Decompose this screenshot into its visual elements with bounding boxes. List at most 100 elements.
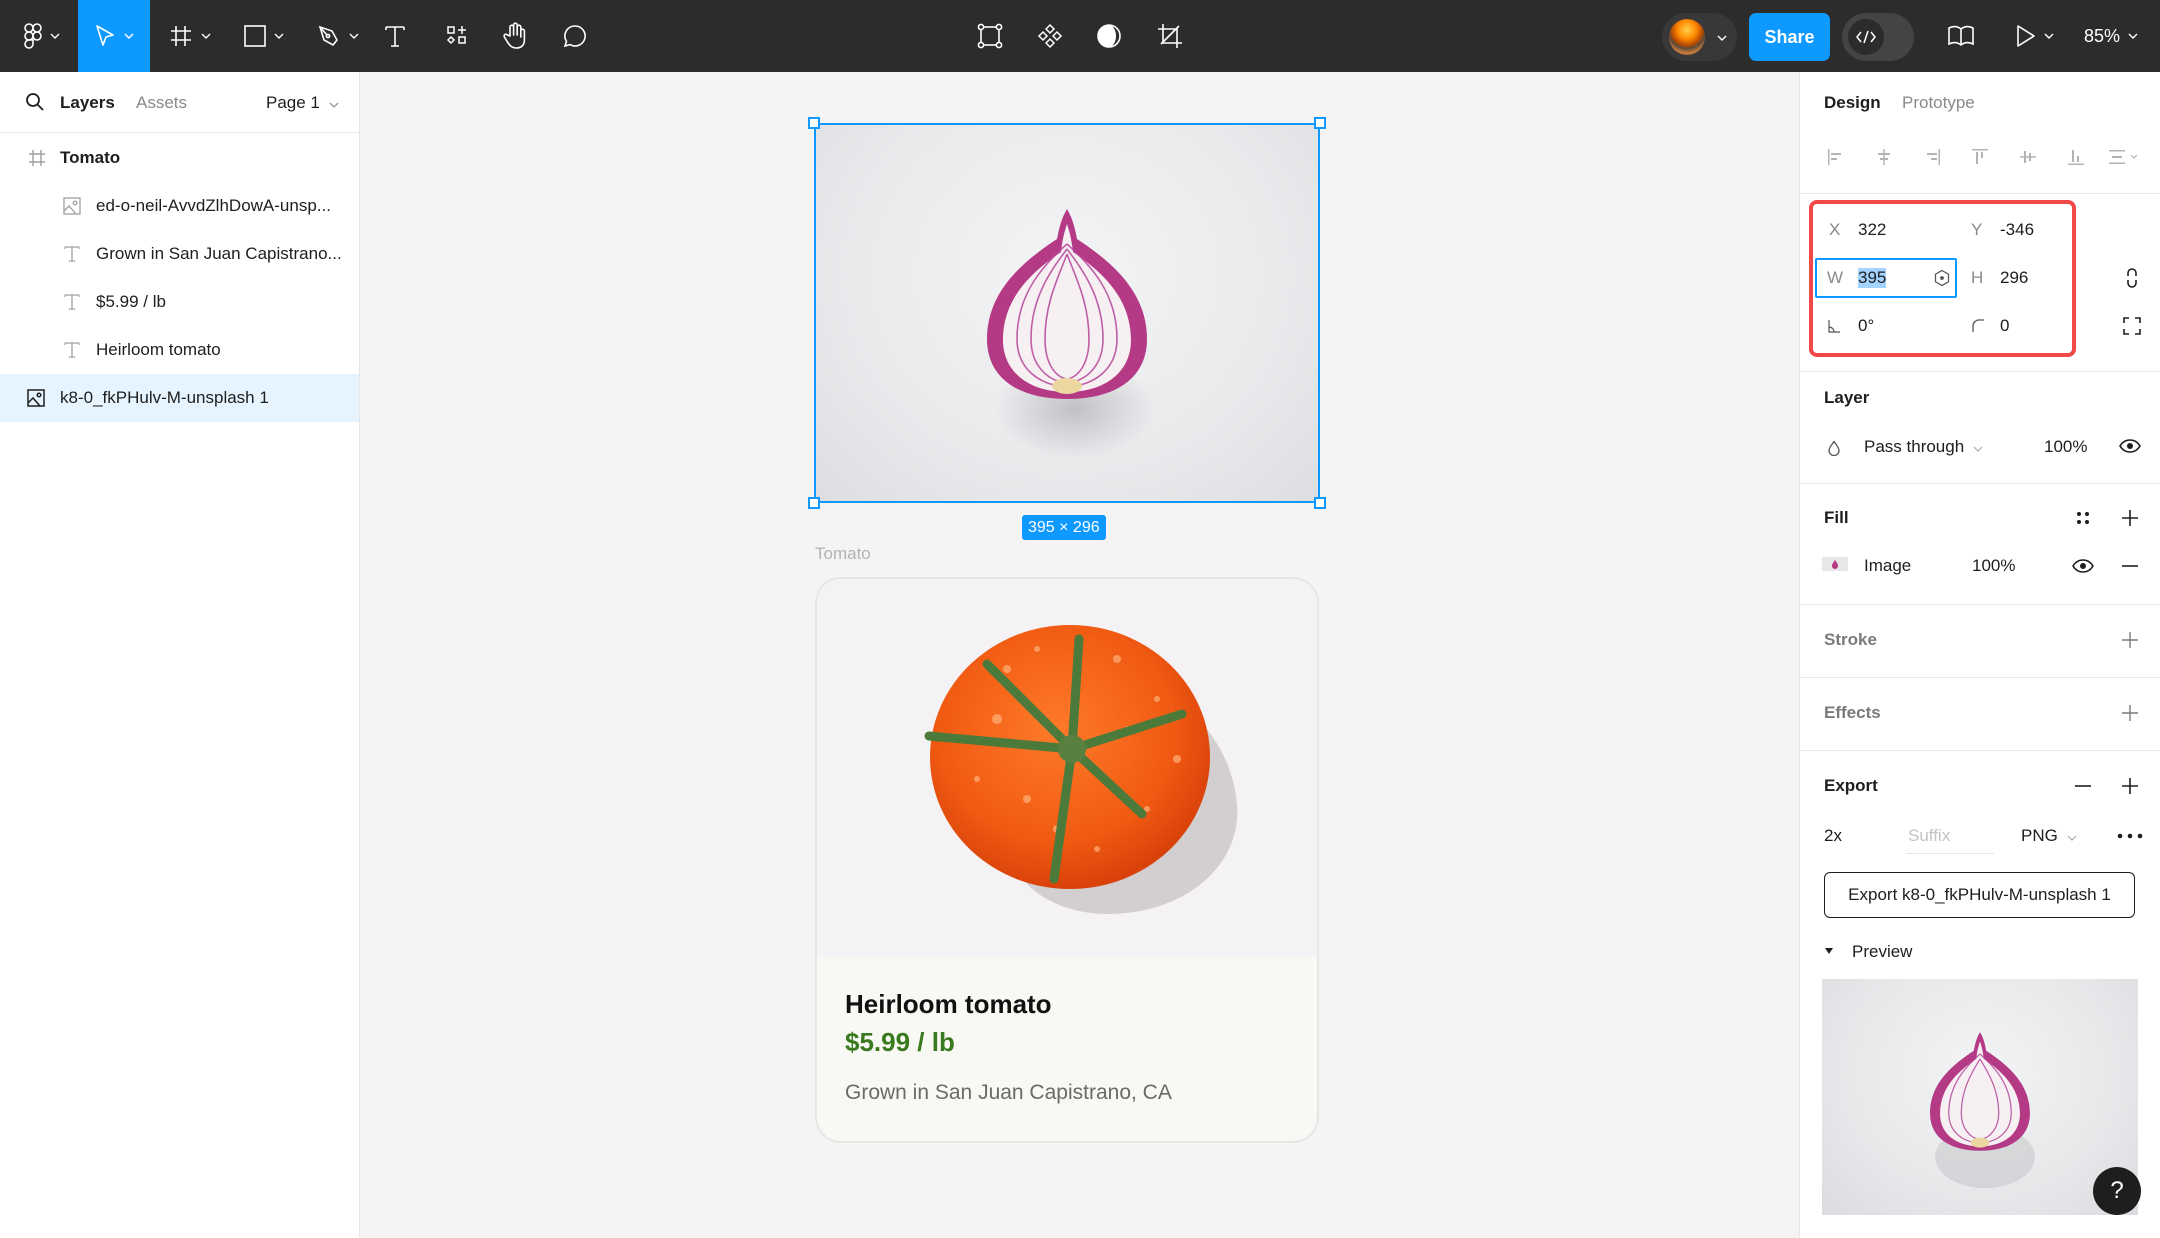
rotation-input[interactable]: 0°	[1858, 316, 1874, 336]
text-icon	[61, 291, 83, 313]
chevron-down-icon	[274, 33, 284, 39]
page-name: Page 1	[266, 93, 320, 112]
eye-icon[interactable]	[2071, 554, 2095, 578]
stroke-section-title[interactable]: Stroke	[1824, 630, 1877, 650]
card-title[interactable]: Heirloom tomato	[845, 989, 1052, 1020]
chevron-down-icon	[1717, 28, 1727, 46]
rectangle-icon	[244, 25, 266, 47]
page-selector[interactable]: Page 1	[266, 93, 339, 113]
shape-tool-button[interactable]	[234, 0, 294, 72]
multiplayer-avatar-button[interactable]	[1662, 13, 1737, 61]
crop-button[interactable]	[1155, 0, 1185, 72]
align-vertical-center-icon[interactable]	[2016, 145, 2040, 169]
fill-opacity-input[interactable]: 100%	[1972, 556, 2015, 576]
align-left-icon[interactable]	[1824, 145, 1848, 169]
layer-item-tomato-frame[interactable]: Tomato	[0, 134, 359, 182]
align-top-icon[interactable]	[1968, 145, 1992, 169]
frame-label[interactable]: Tomato	[815, 544, 871, 564]
more-options-icon[interactable]	[2116, 824, 2144, 848]
resources-tool-button[interactable]	[442, 0, 472, 72]
text-tool-button[interactable]	[380, 0, 410, 72]
preview-toggle[interactable]: Preview	[1852, 942, 1912, 962]
tomato-illustration	[924, 625, 1238, 914]
chevron-down-icon	[349, 33, 359, 39]
y-input[interactable]: -346	[2000, 220, 2034, 240]
vector-edit-icon	[977, 23, 1003, 49]
card-price[interactable]: $5.99 / lb	[845, 1027, 955, 1058]
align-bottom-icon[interactable]	[2064, 145, 2088, 169]
add-fill-icon[interactable]	[2118, 506, 2142, 530]
export-button[interactable]: Export k8-0_fkPHulv-M-unsplash 1	[1824, 872, 2135, 918]
dev-mode-toggle[interactable]	[1842, 13, 1914, 61]
layer-item-text[interactable]: $5.99 / lb	[0, 278, 359, 326]
fill-image-thumbnail[interactable]	[1822, 557, 1848, 571]
hexagon-dot-icon[interactable]	[1930, 266, 1954, 290]
chevron-down-icon	[2128, 33, 2138, 39]
tab-assets[interactable]: Assets	[136, 93, 187, 113]
present-button[interactable]	[2010, 0, 2060, 72]
layer-label: ed-o-neil-AvvdZlhDowA-unsp...	[96, 196, 331, 215]
align-horizontal-center-icon[interactable]	[1872, 145, 1896, 169]
export-section-title: Export	[1824, 776, 1878, 795]
help-button[interactable]: ?	[2093, 1167, 2141, 1215]
layer-item-text[interactable]: Heirloom tomato	[0, 326, 359, 374]
x-input[interactable]: 322	[1858, 220, 1886, 240]
hand-tool-button[interactable]	[500, 0, 530, 72]
card-description[interactable]: Grown in San Juan Capistrano, CA	[845, 1081, 1172, 1105]
align-right-icon[interactable]	[1920, 145, 1944, 169]
corner-radius-input[interactable]: 0	[2000, 316, 2009, 336]
move-tool-button[interactable]	[78, 0, 150, 72]
export-scale-select[interactable]: 2x	[1824, 826, 1842, 846]
mask-button[interactable]	[1094, 0, 1124, 72]
library-button[interactable]	[1945, 0, 1977, 72]
crop-icon	[1157, 23, 1183, 49]
tab-prototype[interactable]: Prototype	[1902, 93, 1975, 113]
main-menu-button[interactable]	[12, 0, 72, 72]
chevron-down-icon	[329, 93, 339, 112]
onion-preview-illustration	[1930, 1032, 2035, 1189]
layer-item-image[interactable]: ed-o-neil-AvvdZlhDowA-unsp...	[0, 182, 359, 230]
tab-layers[interactable]: Layers	[60, 93, 115, 113]
eye-icon[interactable]	[2118, 434, 2142, 458]
zoom-menu-button[interactable]: 85%	[2076, 0, 2146, 72]
layers-panel: Layers Assets Page 1 Tomato ed-o-neil-Av…	[0, 72, 360, 1238]
height-input[interactable]: 296	[2000, 268, 2028, 288]
add-effect-icon[interactable]	[2118, 701, 2142, 725]
pen-tool-button[interactable]	[308, 0, 368, 72]
width-input[interactable]: 395	[1858, 268, 1887, 288]
selected-image-onion[interactable]	[815, 124, 1319, 502]
divider	[1800, 371, 2160, 372]
remove-export-icon[interactable]	[2071, 774, 2095, 798]
share-button[interactable]: Share	[1749, 13, 1830, 61]
style-grid-icon[interactable]	[2071, 506, 2095, 530]
comment-tool-button[interactable]	[560, 0, 590, 72]
w-label: W	[1827, 268, 1844, 287]
distribute-menu-icon[interactable]	[2106, 145, 2142, 169]
add-stroke-icon[interactable]	[2118, 628, 2142, 652]
effects-section-title[interactable]: Effects	[1824, 703, 1881, 723]
y-label: Y	[1971, 220, 1983, 239]
constrain-proportions-icon[interactable]	[2120, 266, 2144, 290]
layer-opacity-input[interactable]: 100%	[2044, 437, 2087, 457]
blend-mode-select[interactable]: Pass through	[1864, 437, 1983, 457]
add-export-icon[interactable]	[2118, 774, 2142, 798]
edit-object-button[interactable]	[975, 0, 1005, 72]
search-icon[interactable]	[25, 92, 45, 117]
triangle-down-icon[interactable]	[1822, 944, 1836, 958]
book-icon	[1947, 25, 1975, 47]
independent-corners-icon[interactable]	[2120, 314, 2144, 338]
create-component-button[interactable]	[1035, 0, 1065, 72]
tomato-image[interactable]	[817, 579, 1317, 957]
tab-design[interactable]: Design	[1824, 93, 1881, 113]
layer-item-text[interactable]: Grown in San Juan Capistrano...	[0, 230, 359, 278]
chevron-down-icon	[2044, 33, 2054, 39]
fill-type[interactable]: Image	[1864, 556, 1911, 576]
layer-item-selected-image[interactable]: k8-0_fkPHulv-M-unsplash 1	[0, 374, 359, 422]
remove-fill-icon[interactable]	[2118, 554, 2142, 578]
export-format-select[interactable]: PNG	[2021, 826, 2077, 846]
frame-tool-button[interactable]	[162, 0, 218, 72]
avatar	[1669, 19, 1705, 55]
divider	[1800, 677, 2160, 678]
export-suffix-input[interactable]: Suffix	[1906, 820, 1994, 854]
product-card-frame[interactable]: Heirloom tomato $5.99 / lb Grown in San …	[815, 577, 1319, 1143]
